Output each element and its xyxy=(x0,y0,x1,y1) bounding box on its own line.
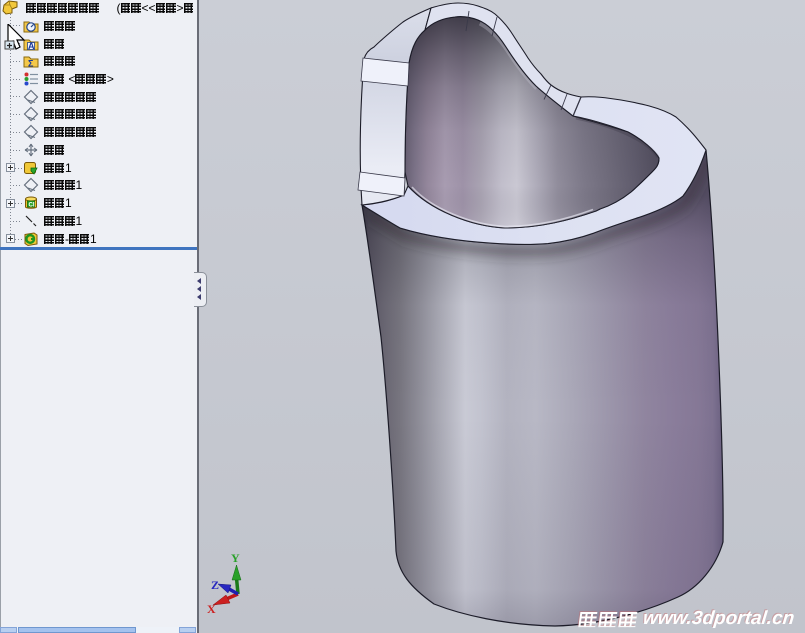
svg-text:CI: CI xyxy=(29,203,35,209)
svg-text:Σ: Σ xyxy=(28,59,34,69)
svg-text:Z: Z xyxy=(211,578,219,592)
svg-text:Y: Y xyxy=(231,551,240,565)
svg-text:X: X xyxy=(207,602,216,616)
